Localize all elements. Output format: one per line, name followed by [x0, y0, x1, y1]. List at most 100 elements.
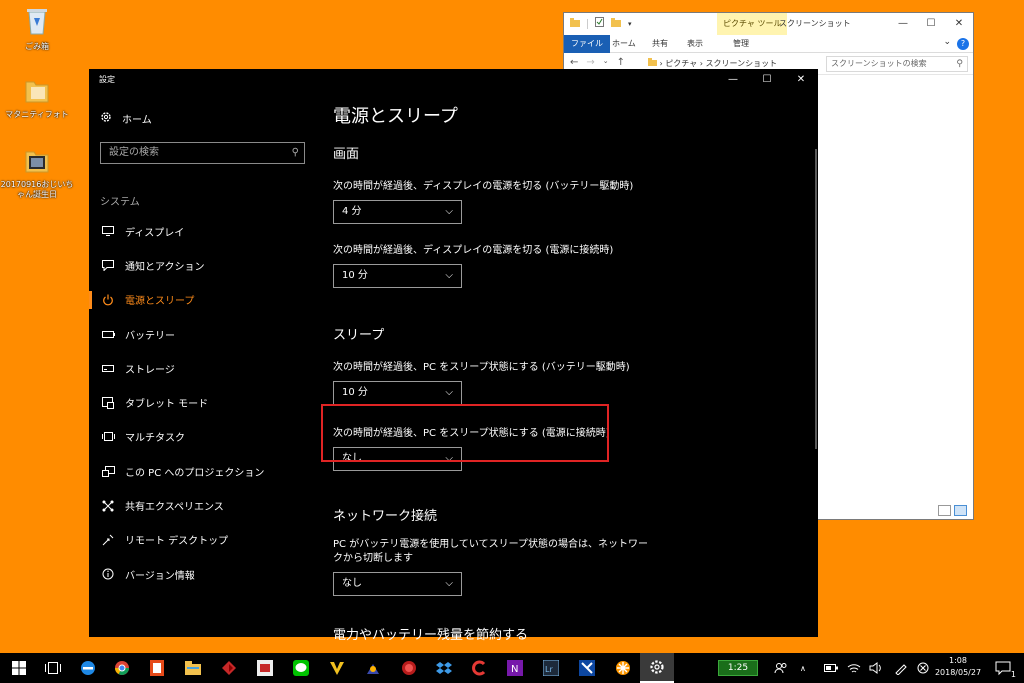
close-button[interactable]: ✕: [945, 13, 973, 35]
screen-plugged-dropdown[interactable]: 10 分 ⌵: [333, 264, 462, 288]
start-button[interactable]: [8, 657, 30, 679]
app-taskbar-icon-3[interactable]: [362, 657, 384, 679]
help-icon[interactable]: ?: [957, 38, 969, 50]
sleep-battery-dropdown[interactable]: 10 分 ⌵: [333, 381, 462, 405]
notification-count: 1: [1010, 670, 1016, 679]
remote-icon: [101, 534, 115, 546]
new-folder-icon[interactable]: [611, 17, 621, 30]
file-explorer-taskbar-icon[interactable]: [182, 657, 204, 679]
app-taskbar-icon-1[interactable]: [218, 657, 240, 679]
forward-arrow-icon[interactable]: →: [586, 57, 594, 68]
sidebar-item-label: タブレット モード: [125, 399, 209, 411]
ribbon-tabs: ファイル ホーム 共有 表示 管理 ⌄ ?: [564, 35, 973, 53]
onenote-taskbar-icon[interactable]: N: [504, 657, 526, 679]
battery-time: 1:25: [727, 663, 749, 673]
battery-tray-icon[interactable]: [820, 657, 842, 679]
chevron-down-icon: ⌵: [445, 387, 453, 398]
sidebar-item-label: この PC へのプロジェクション: [125, 467, 265, 479]
edge-taskbar-icon[interactable]: [77, 657, 99, 679]
app-taskbar-icon-5[interactable]: [468, 657, 490, 679]
tab-file[interactable]: ファイル: [564, 35, 610, 53]
people-icon[interactable]: [770, 657, 792, 679]
dropdown-value: 4 分: [342, 206, 362, 217]
lightroom-taskbar-icon[interactable]: Lr: [540, 657, 562, 679]
explorer-search-input[interactable]: スクリーンショットの検索 ⚲: [826, 56, 968, 72]
sidebar-item-label: ストレージ: [125, 364, 175, 376]
maximize-button[interactable]: ☐: [750, 69, 784, 91]
tab-manage[interactable]: 管理: [727, 35, 755, 53]
wifi-icon[interactable]: [843, 657, 865, 679]
sidebar-item-multitasking[interactable]: マルチタスク: [89, 420, 319, 454]
close-button[interactable]: ✕: [784, 69, 818, 91]
sidebar-item-power-sleep[interactable]: 電源とスリープ: [89, 283, 319, 317]
task-view-button[interactable]: [42, 657, 64, 679]
explorer-title: スクリーンショット: [779, 19, 851, 28]
shared-icon: [101, 500, 115, 512]
desktop-icon-label: ごみ箱: [25, 42, 49, 51]
battery-icon: [101, 330, 115, 338]
sidebar-item-shared-experiences[interactable]: 共有エクスペリエンス: [89, 488, 319, 522]
show-hidden-icons[interactable]: ∧: [800, 664, 806, 683]
projection-icon: [101, 465, 115, 477]
sidebar-item-about[interactable]: バージョン情報: [89, 557, 319, 591]
maximize-button[interactable]: ☐: [917, 13, 945, 35]
settings-taskbar-icon[interactable]: [640, 653, 674, 683]
desktop-icon-birthday[interactable]: 20170916おじいちゃん誕生日: [0, 146, 74, 200]
sidebar-item-storage[interactable]: ストレージ: [89, 351, 319, 385]
tab-view[interactable]: 表示: [681, 35, 709, 53]
clock[interactable]: 1:08 2018/05/27: [932, 655, 984, 679]
folder-small-icon[interactable]: [570, 17, 580, 30]
volume-icon[interactable]: [865, 657, 887, 679]
app-taskbar-icon-7[interactable]: [612, 657, 634, 679]
properties-icon[interactable]: [595, 17, 604, 30]
action-center-button[interactable]: 1: [992, 657, 1016, 679]
pen-icon[interactable]: [890, 657, 912, 679]
app-taskbar-icon-4[interactable]: [398, 657, 420, 679]
app-taskbar-icon-6[interactable]: [576, 657, 598, 679]
info-icon: [101, 568, 115, 580]
minimize-button[interactable]: —: [716, 69, 750, 91]
sidebar-item-label: 電源とスリープ: [125, 296, 195, 308]
screen-battery-dropdown[interactable]: 4 分 ⌵: [333, 200, 462, 224]
settings-search-input[interactable]: 設定の検索 ⚲: [100, 142, 305, 164]
address-path-text: › ピクチャ › スクリーンショット: [659, 59, 778, 68]
chevron-down-icon: ⌵: [445, 206, 453, 217]
settings-titlebar: 設定 — ☐ ✕: [89, 69, 818, 91]
up-arrow-icon[interactable]: ↑: [617, 57, 625, 68]
sidebar-item-display[interactable]: ディスプレイ: [89, 214, 319, 248]
app-taskbar-icon-v[interactable]: [326, 657, 348, 679]
desktop-icon-maternity-photo[interactable]: マタニティフォト: [0, 76, 74, 120]
tab-home[interactable]: ホーム: [606, 35, 642, 53]
sidebar-item-remote-desktop[interactable]: リモート デスクトップ: [89, 523, 319, 557]
back-arrow-icon[interactable]: ←: [570, 57, 578, 68]
line-taskbar-icon[interactable]: [290, 657, 312, 679]
recent-locations-icon[interactable]: ⌄: [603, 57, 609, 68]
office-taskbar-icon[interactable]: [146, 657, 168, 679]
photo-folder-icon: [0, 146, 74, 177]
ribbon-expand-icon[interactable]: ⌄: [943, 37, 951, 47]
customize-toolbar-icon[interactable]: ▾: [628, 20, 632, 28]
app-tray-icon[interactable]: [912, 657, 934, 679]
chrome-taskbar-icon[interactable]: [111, 657, 133, 679]
details-view-icon[interactable]: [938, 505, 951, 516]
app-taskbar-icon-2[interactable]: [254, 657, 276, 679]
power-icon: [101, 294, 115, 306]
battery-meter[interactable]: 1:25: [718, 660, 758, 676]
scrollbar[interactable]: [815, 149, 817, 449]
sidebar-item-notifications[interactable]: 通知とアクション: [89, 248, 319, 282]
nav-home[interactable]: ホーム: [100, 111, 152, 126]
sidebar-item-battery[interactable]: バッテリー: [89, 317, 319, 351]
settings-window-controls: — ☐ ✕: [716, 69, 818, 91]
desktop-icon-recycle-bin[interactable]: ごみ箱: [0, 6, 74, 52]
large-icons-view-icon[interactable]: [954, 505, 967, 516]
sidebar-item-label: 通知とアクション: [125, 261, 205, 273]
search-icon: ⚲: [291, 147, 299, 158]
minimize-button[interactable]: —: [889, 13, 917, 35]
sidebar-item-tablet-mode[interactable]: タブレット モード: [89, 385, 319, 419]
nav-section-label: システム: [100, 197, 140, 208]
sidebar-item-projection[interactable]: この PC へのプロジェクション: [89, 454, 319, 488]
tab-share[interactable]: 共有: [646, 35, 674, 53]
svg-text:Lr: Lr: [545, 665, 553, 674]
dropbox-taskbar-icon[interactable]: [433, 657, 455, 679]
network-dropdown[interactable]: なし ⌵: [333, 572, 462, 596]
